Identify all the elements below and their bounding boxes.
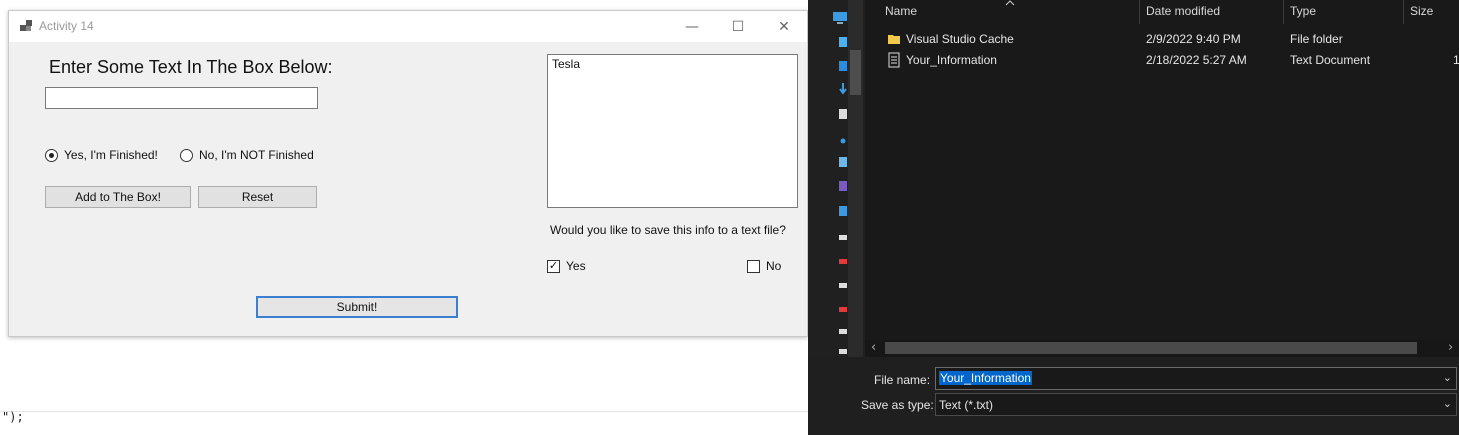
- network-icon[interactable]: [838, 205, 848, 217]
- checkbox-checked-icon[interactable]: ✓: [547, 259, 560, 273]
- file-name-value[interactable]: Your_Information: [939, 371, 1032, 385]
- chevron-down-icon[interactable]: ⌄: [1443, 371, 1452, 384]
- column-header-name[interactable]: Name: [885, 4, 917, 18]
- 3d-objects-icon[interactable]: [838, 36, 848, 48]
- radio-unselected-icon[interactable]: [180, 148, 193, 162]
- save-yes-checkbox[interactable]: ✓ Yes: [547, 259, 586, 273]
- sort-chevron-icon: [1005, 0, 1015, 6]
- drive-icon[interactable]: [838, 280, 848, 290]
- radio-yes-label: Yes, I'm Finished!: [64, 148, 158, 162]
- column-separator[interactable]: [1283, 0, 1284, 24]
- save-as-type-value: Text (*.txt): [939, 398, 994, 412]
- radio-finished-yes[interactable]: Yes, I'm Finished!: [45, 148, 158, 162]
- window-title: Activity 14: [39, 19, 94, 33]
- horizontal-scrollbar[interactable]: ‹ ›: [865, 340, 1459, 357]
- file-type: Text Document: [1290, 53, 1371, 67]
- save-file-dialog: Name Date modified Type Size Visual Stud…: [808, 0, 1459, 435]
- file-name: Visual Studio Cache: [906, 32, 1014, 46]
- text-file-icon: [888, 52, 900, 68]
- documents-icon[interactable]: [838, 108, 848, 120]
- desktop-icon[interactable]: [838, 60, 848, 72]
- checkbox-unchecked-icon[interactable]: [747, 259, 760, 273]
- folder-icon: [888, 35, 900, 44]
- navigation-pane[interactable]: [808, 0, 865, 357]
- drive-icon[interactable]: [838, 326, 848, 336]
- drive-red-icon[interactable]: [838, 304, 848, 314]
- code-editor-line: [0, 411, 808, 429]
- drive-red-icon[interactable]: [838, 256, 848, 266]
- column-header-type[interactable]: Type: [1290, 4, 1316, 18]
- save-as-type-label: Save as type:: [861, 398, 934, 412]
- save-yes-label: Yes: [566, 259, 586, 273]
- horizontal-scrollbar-thumb[interactable]: [885, 342, 1417, 354]
- column-header-size[interactable]: Size: [1410, 4, 1433, 18]
- file-size: 1: [1453, 53, 1459, 67]
- submit-button[interactable]: Submit!: [256, 296, 458, 318]
- scroll-right-icon[interactable]: ›: [1448, 340, 1453, 355]
- file-row[interactable]: Your_Information 2/18/2022 5:27 AM Text …: [885, 51, 1459, 71]
- title-bar[interactable]: Activity 14 — ☐ ✕: [9, 11, 807, 42]
- save-question-label: Would you like to save this info to a te…: [550, 223, 786, 237]
- code-editor-text: ");: [2, 410, 24, 424]
- column-header-date[interactable]: Date modified: [1146, 4, 1220, 18]
- pictures-icon[interactable]: [838, 156, 848, 168]
- column-separator[interactable]: [1403, 0, 1404, 24]
- scroll-left-icon[interactable]: ‹: [871, 340, 876, 355]
- file-date: 2/9/2022 9:40 PM: [1146, 32, 1241, 46]
- file-name: Your_Information: [906, 53, 997, 67]
- save-no-label: No: [766, 259, 782, 273]
- chevron-down-icon[interactable]: ⌄: [1443, 397, 1452, 410]
- file-row[interactable]: Visual Studio Cache 2/9/2022 9:40 PM Fil…: [885, 30, 1459, 50]
- drive-icon[interactable]: [838, 346, 848, 356]
- radio-selected-icon[interactable]: [45, 148, 58, 162]
- videos-icon[interactable]: [838, 180, 848, 192]
- file-name-input[interactable]: Your_Information ⌄: [935, 367, 1457, 390]
- this-pc-icon[interactable]: [832, 10, 848, 26]
- nav-scrollbar-thumb[interactable]: [850, 50, 861, 95]
- file-name-label: File name:: [874, 373, 931, 387]
- output-textbox[interactable]: Tesla: [547, 54, 798, 208]
- close-button[interactable]: ✕: [761, 11, 807, 42]
- save-no-checkbox[interactable]: No: [747, 259, 781, 273]
- save-as-type-select[interactable]: Text (*.txt) ⌄: [935, 393, 1457, 416]
- radio-no-label: No, I'm NOT Finished: [199, 148, 314, 162]
- save-options-panel: File name: Your_Information ⌄ Save as ty…: [808, 357, 1459, 435]
- add-to-box-button[interactable]: Add to The Box!: [45, 186, 191, 208]
- radio-finished-no[interactable]: No, I'm NOT Finished: [180, 148, 314, 162]
- maximize-button[interactable]: ☐: [715, 11, 761, 42]
- activity-form-window: Activity 14 — ☐ ✕ Enter Some Text In The…: [8, 10, 808, 337]
- reset-button[interactable]: Reset: [198, 186, 317, 208]
- file-date: 2/18/2022 5:27 AM: [1146, 53, 1247, 67]
- file-type: File folder: [1290, 32, 1343, 46]
- text-input[interactable]: [45, 87, 318, 109]
- prompt-label: Enter Some Text In The Box Below:: [49, 57, 333, 77]
- column-separator[interactable]: [1139, 0, 1140, 24]
- downloads-icon[interactable]: [838, 82, 848, 96]
- music-icon[interactable]: [840, 138, 846, 144]
- app-icon: [20, 20, 32, 31]
- drive-icon[interactable]: [838, 232, 848, 242]
- minimize-button[interactable]: —: [669, 11, 715, 42]
